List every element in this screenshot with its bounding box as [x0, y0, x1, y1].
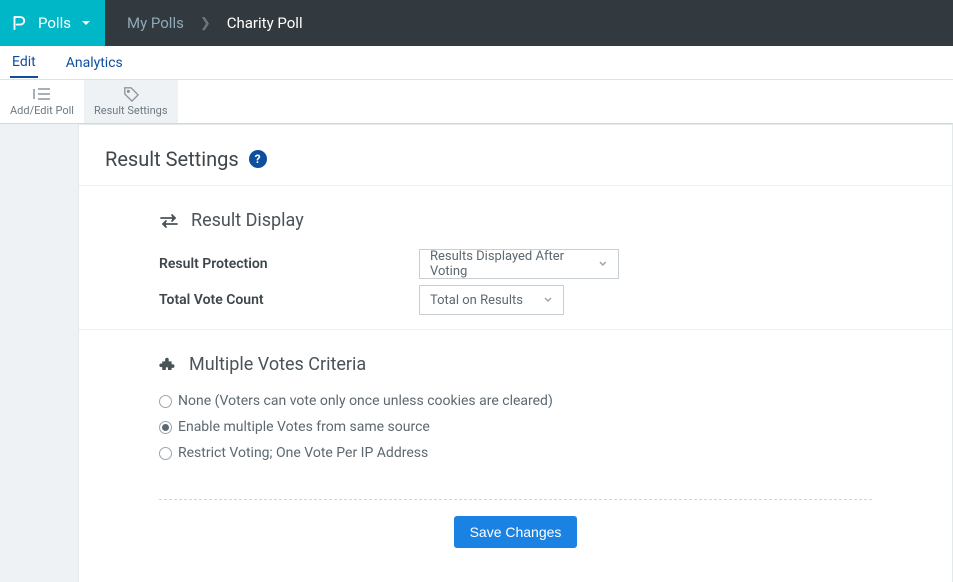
brand-menu[interactable]: Polls — [0, 0, 105, 46]
caret-down-icon — [81, 18, 91, 28]
radio-label: Restrict Voting; One Vote Per IP Address — [178, 445, 428, 461]
section-title: Result Display — [191, 210, 304, 231]
total-vote-value: Total on Results — [430, 293, 523, 308]
list-icon — [32, 86, 52, 102]
tab-edit[interactable]: Edit — [10, 48, 38, 78]
chevron-down-icon — [598, 259, 608, 269]
tab-analytics[interactable]: Analytics — [64, 49, 125, 77]
section-title: Multiple Votes Criteria — [189, 354, 366, 375]
toolbar: Add/Edit Poll Result Settings — [0, 80, 953, 124]
radio-icon — [159, 447, 172, 460]
chevron-down-icon — [543, 295, 553, 305]
divider — [159, 499, 872, 500]
toolbar-result-settings-label: Result Settings — [94, 104, 168, 117]
help-icon[interactable]: ? — [249, 150, 267, 168]
result-protection-select[interactable]: Results Displayed After Voting — [419, 249, 619, 279]
result-protection-value: Results Displayed After Voting — [430, 249, 598, 279]
breadcrumb-current: Charity Poll — [227, 14, 303, 32]
save-button[interactable]: Save Changes — [454, 516, 578, 548]
toolbar-result-settings[interactable]: Result Settings — [84, 80, 178, 123]
result-protection-label: Result Protection — [159, 256, 419, 272]
section-result-display: Result Display Result Protection Results… — [79, 185, 952, 329]
total-vote-select[interactable]: Total on Results — [419, 285, 564, 315]
radio-label: Enable multiple Votes from same source — [178, 419, 430, 435]
radio-icon — [159, 421, 172, 434]
radio-label: None (Voters can vote only once unless c… — [178, 393, 553, 409]
swap-icon — [159, 213, 179, 229]
toolbar-add-edit-label: Add/Edit Poll — [10, 104, 74, 117]
total-vote-label: Total Vote Count — [159, 292, 419, 308]
radio-option-restrict[interactable]: Restrict Voting; One Vote Per IP Address — [159, 445, 872, 461]
tag-icon — [122, 86, 140, 102]
toolbar-add-edit-poll[interactable]: Add/Edit Poll — [0, 80, 84, 123]
main-panel: Result Settings ? Result Display Result … — [78, 124, 953, 582]
chevron-right-icon: ❯ — [200, 16, 211, 31]
page-title: Result Settings — [105, 147, 239, 171]
breadcrumb-parent[interactable]: My Polls — [127, 14, 184, 32]
radio-option-enable[interactable]: Enable multiple Votes from same source — [159, 419, 872, 435]
section-multiple-votes: Multiple Votes Criteria None (Voters can… — [79, 329, 952, 479]
radio-icon — [159, 395, 172, 408]
brand-logo-icon — [10, 14, 28, 32]
breadcrumb: My Polls ❯ Charity Poll — [105, 0, 303, 46]
brand-label: Polls — [38, 14, 71, 32]
sub-nav: Edit Analytics — [0, 46, 953, 80]
top-bar: Polls My Polls ❯ Charity Poll — [0, 0, 953, 46]
puzzle-icon — [159, 356, 177, 374]
radio-option-none[interactable]: None (Voters can vote only once unless c… — [159, 393, 872, 409]
